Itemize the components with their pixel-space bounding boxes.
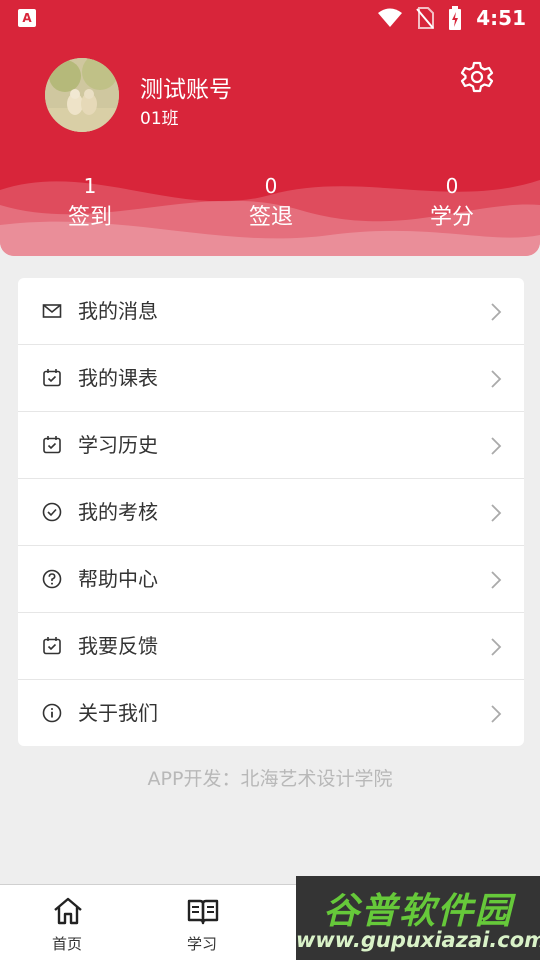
stat-label: 学分	[429, 205, 474, 230]
book-icon	[187, 899, 219, 925]
home-icon	[54, 897, 82, 925]
menu-item-feedback[interactable]: 我要反馈	[18, 613, 524, 680]
info-circle-icon	[42, 703, 62, 723]
menu-label: 我的课表	[78, 366, 158, 390]
tab-home[interactable]: 首页	[2, 885, 132, 960]
tab-label: 学习	[186, 935, 217, 953]
menu-item-study-history[interactable]: 学习历史	[18, 412, 524, 479]
stat-label: 签退	[248, 205, 293, 230]
developer-note: APP开发：北海艺术设计学院	[147, 768, 393, 790]
stat-sign-out[interactable]: 0 签退	[211, 172, 331, 236]
check-circle-icon	[42, 502, 62, 522]
profile-header: A 4:51 测试账号 01班 1 签到 0 签退 0 学分	[0, 0, 540, 256]
watermark: 谷普软件园 www.gupuxiazai.com	[296, 876, 540, 960]
settings-gear-icon[interactable]	[460, 60, 494, 94]
chevron-right-icon	[491, 571, 502, 589]
calendar-check-icon	[43, 637, 61, 655]
wifi-icon	[378, 8, 403, 27]
chevron-right-icon	[491, 370, 502, 388]
menu-label: 我要反馈	[78, 634, 158, 658]
avatar-image	[45, 58, 119, 132]
chevron-right-icon	[491, 705, 502, 723]
menu-item-help-center[interactable]: 帮助中心	[18, 546, 524, 613]
help-circle-icon	[42, 569, 62, 589]
chevron-right-icon	[491, 437, 502, 455]
menu-label: 帮助中心	[78, 567, 158, 591]
stats-row: 1 签到 0 签退 0 学分	[0, 172, 540, 242]
menu-label: 我的消息	[78, 299, 158, 323]
calendar-check-icon	[43, 436, 61, 454]
menu-list: 我的消息 我的课表 学习历史 我的考核 帮助中心 我要反馈 关于我们	[18, 278, 524, 746]
app-notification-icon: A	[18, 9, 36, 27]
menu-label: 我的考核	[78, 500, 158, 524]
tab-study[interactable]: 学习	[137, 885, 267, 960]
no-sim-icon	[416, 7, 435, 29]
status-time: 4:51	[476, 6, 526, 30]
battery-charging-icon	[449, 6, 462, 30]
username: 测试账号	[140, 77, 232, 103]
watermark-title: 谷普软件园	[322, 891, 513, 932]
chevron-right-icon	[491, 504, 502, 522]
menu-item-schedule[interactable]: 我的课表	[18, 345, 524, 412]
calendar-check-icon	[43, 369, 61, 387]
avatar[interactable]	[45, 58, 119, 132]
chevron-right-icon	[491, 303, 502, 321]
mail-icon	[42, 304, 62, 318]
tab-label: 首页	[51, 935, 82, 953]
menu-item-assessment[interactable]: 我的考核	[18, 479, 524, 546]
menu-label: 学习历史	[78, 433, 158, 457]
stat-value: 0	[445, 174, 459, 198]
menu-item-messages[interactable]: 我的消息	[18, 278, 524, 345]
menu-label: 关于我们	[78, 701, 158, 725]
chevron-right-icon	[491, 638, 502, 656]
status-right: 4:51	[378, 4, 526, 32]
menu-item-about-us[interactable]: 关于我们	[18, 680, 524, 746]
stat-value: 0	[264, 174, 278, 198]
status-bar: A 4:51	[0, 0, 540, 36]
stat-credits[interactable]: 0 学分	[392, 172, 512, 236]
stat-sign-in[interactable]: 1 签到	[30, 172, 150, 236]
watermark-url: www.gupuxiazai.com	[296, 928, 540, 952]
stat-label: 签到	[67, 205, 112, 230]
class-name: 01班	[140, 109, 179, 129]
stat-value: 1	[83, 174, 97, 198]
